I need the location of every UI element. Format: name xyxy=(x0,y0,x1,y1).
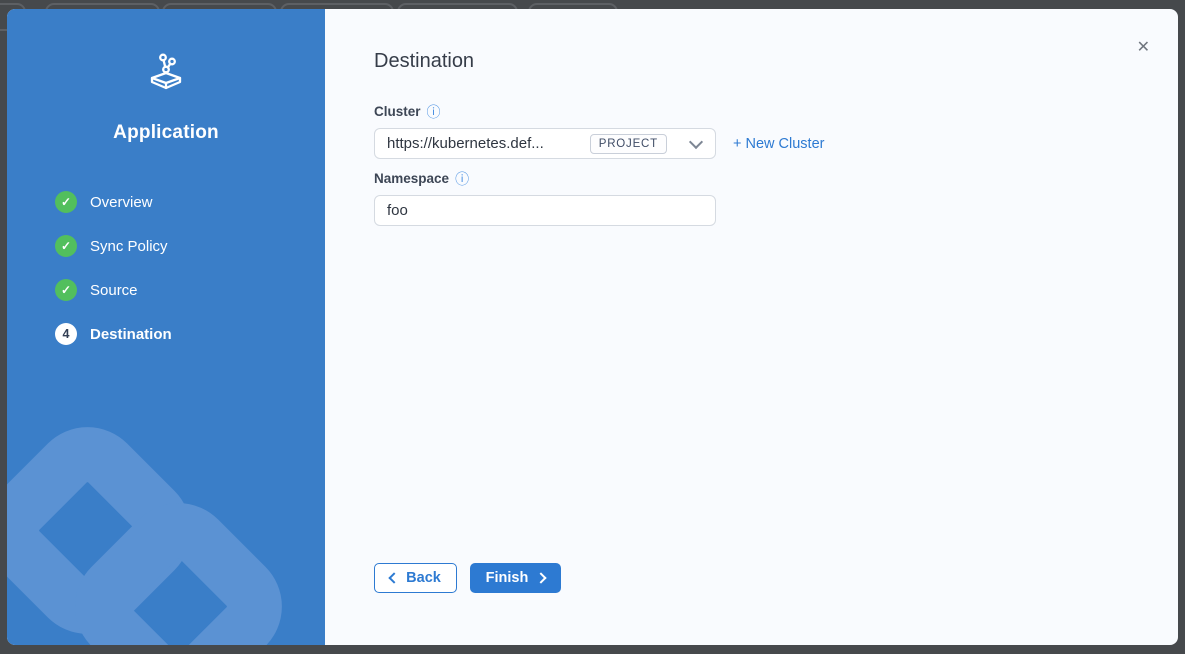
back-button-label: Back xyxy=(406,570,441,586)
step-label: Sync Policy xyxy=(90,238,168,255)
step-sync-policy[interactable]: ✓ Sync Policy xyxy=(55,235,325,257)
close-icon[interactable]: ✕ xyxy=(1137,40,1150,56)
destination-form: Cluster ⓘ https://kubernetes.def... PROJ… xyxy=(374,104,1130,226)
check-icon: ✓ xyxy=(55,235,77,257)
namespace-label: Namespace xyxy=(374,171,449,186)
application-box-branch-icon xyxy=(7,48,325,101)
check-icon: ✓ xyxy=(55,279,77,301)
namespace-input[interactable] xyxy=(374,195,716,226)
step-overview[interactable]: ✓ Overview xyxy=(55,191,325,213)
back-button[interactable]: Back xyxy=(374,563,457,593)
check-icon: ✓ xyxy=(55,191,77,213)
cluster-select-value: https://kubernetes.def... xyxy=(387,135,590,152)
wizard-title: Application xyxy=(7,122,325,144)
finish-button-label: Finish xyxy=(486,570,529,586)
cluster-label: Cluster xyxy=(374,104,421,119)
application-wizard-dialog: Application ✓ Overview ✓ Sync Policy ✓ S… xyxy=(7,9,1178,645)
chevron-down-icon xyxy=(689,135,703,149)
destination-step-panel: ✕ Destination Cluster ⓘ https://kubernet… xyxy=(325,9,1178,645)
page-title: Destination xyxy=(374,50,1130,73)
chevron-right-icon xyxy=(536,572,547,583)
project-badge: PROJECT xyxy=(590,134,667,154)
step-number-badge: 4 xyxy=(55,323,77,345)
step-label: Source xyxy=(90,282,138,299)
step-source[interactable]: ✓ Source xyxy=(55,279,325,301)
cluster-select[interactable]: https://kubernetes.def... PROJECT xyxy=(374,128,716,159)
info-icon[interactable]: ⓘ xyxy=(427,105,441,119)
new-cluster-link[interactable]: + New Cluster xyxy=(733,136,824,152)
wizard-steps: ✓ Overview ✓ Sync Policy ✓ Source 4 Dest… xyxy=(7,191,325,345)
step-label: Overview xyxy=(90,194,153,211)
step-destination[interactable]: 4 Destination xyxy=(55,323,325,345)
chevron-left-icon xyxy=(388,572,399,583)
wizard-sidebar: Application ✓ Overview ✓ Sync Policy ✓ S… xyxy=(7,9,325,645)
step-label: Destination xyxy=(90,326,172,343)
info-icon[interactable]: ⓘ xyxy=(455,172,469,186)
finish-button[interactable]: Finish xyxy=(470,563,561,593)
